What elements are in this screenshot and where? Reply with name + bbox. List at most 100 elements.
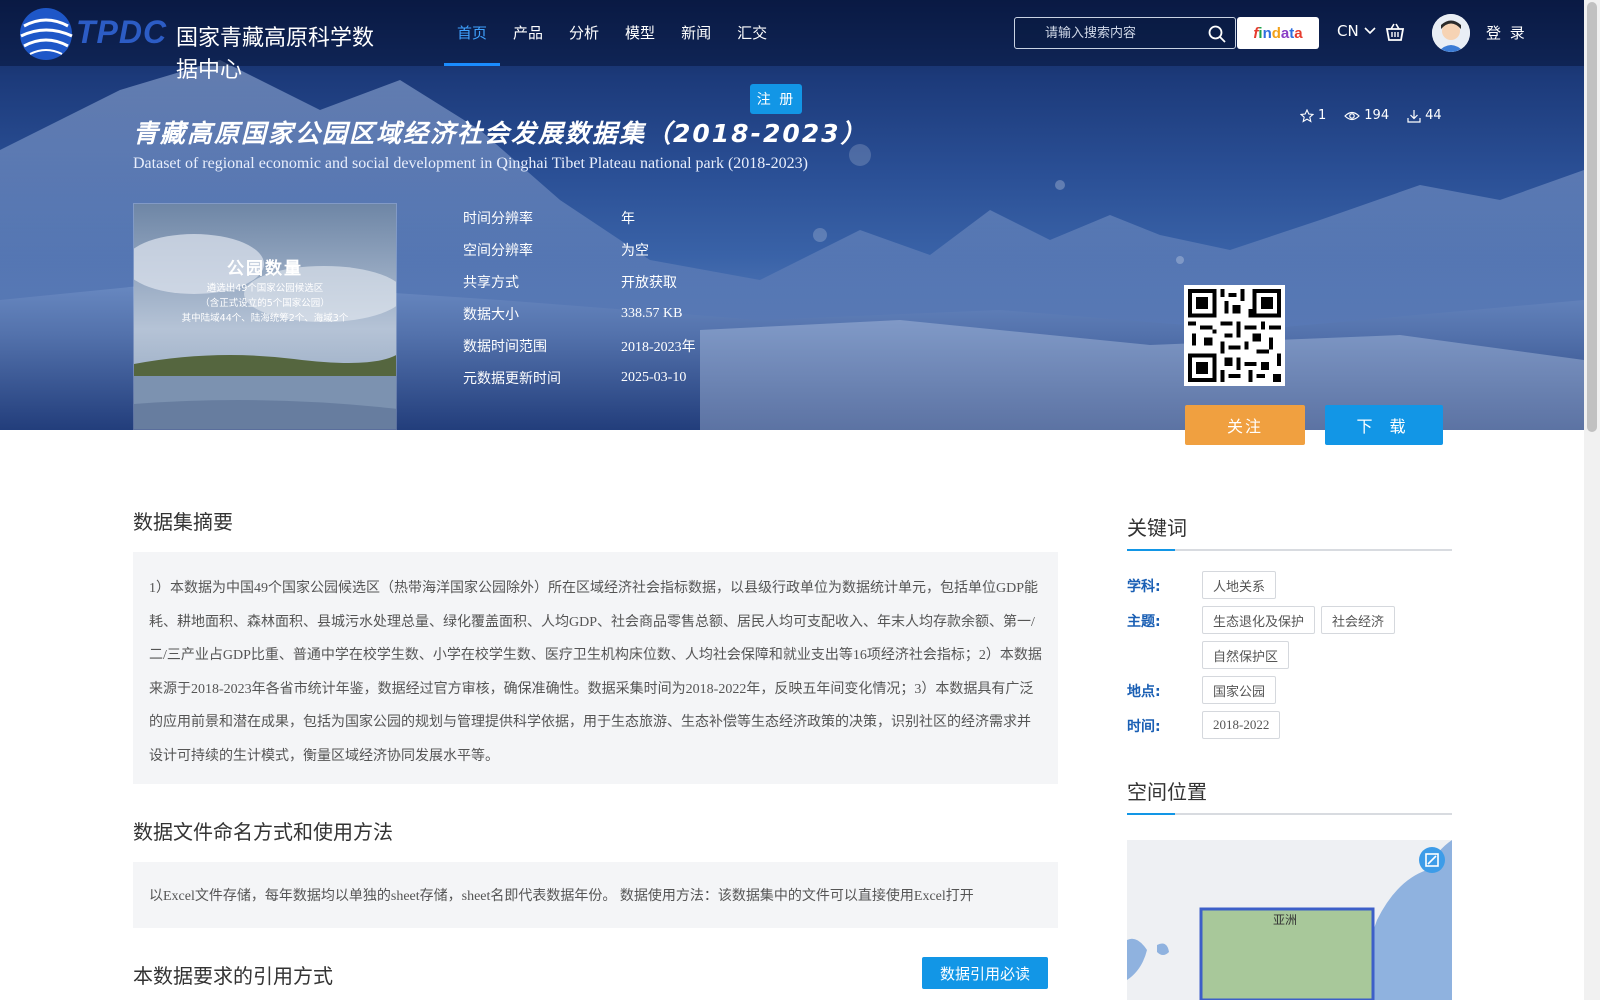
metadata-value: 年: [621, 212, 635, 227]
page-scrollbar[interactable]: [1584, 0, 1600, 1000]
keyword-row-time: 时间: 2018-2022: [1127, 711, 1452, 746]
metadata-row: 时间分辨率 年: [463, 202, 696, 234]
findata-letter: n: [1262, 24, 1272, 42]
nav-analysis[interactable]: 分析: [556, 0, 612, 66]
views-stat: 194: [1344, 108, 1389, 123]
keyword-row-theme: 主题: 生态退化及保护 社会经济 自然保护区: [1127, 606, 1452, 676]
keyword-tag[interactable]: 自然保护区: [1202, 641, 1290, 669]
keyword-tag[interactable]: 国家公园: [1202, 676, 1277, 704]
user-avatar-icon: [1432, 14, 1470, 52]
metadata-key: 空间分辨率: [463, 243, 533, 259]
findata-letter: a: [1294, 24, 1303, 42]
downloads-count: 44: [1425, 108, 1442, 123]
keyword-tag[interactable]: 2018-2022: [1202, 711, 1281, 739]
dataset-stats: 1 194 44: [1300, 108, 1460, 123]
avatar[interactable]: [1432, 14, 1470, 52]
keyword-row-subject: 学科: 人地关系: [1127, 571, 1452, 606]
keyword-label: 学科:: [1127, 579, 1161, 595]
nav-news[interactable]: 新闻: [668, 0, 724, 66]
metadata-key: 元数据更新时间: [463, 371, 561, 387]
keyword-tag[interactable]: 社会经济: [1321, 606, 1396, 634]
main-menu: 首页 产品 分析 模型 新闻 汇交: [444, 0, 780, 66]
metadata-row: 数据大小 338.57 KB: [463, 298, 696, 330]
logo-abbreviation: TPDC: [76, 14, 168, 50]
language-label: CN: [1337, 22, 1359, 40]
metadata-value: 开放获取: [621, 276, 677, 291]
keyword-tags: 国家公园: [1202, 676, 1452, 711]
metadata-key: 数据时间范围: [463, 339, 547, 355]
globe-logo-icon: [20, 8, 73, 60]
metadata-key: 共享方式: [463, 275, 519, 291]
metadata-value: 338.57 KB: [621, 306, 683, 321]
eye-icon: [1344, 111, 1361, 120]
abstract-text: 1）本数据为中国49个国家公园候选区（热带海洋国家公园除外）所在区域经济社会指标…: [149, 581, 1042, 764]
location-map[interactable]: 亚洲: [1127, 840, 1452, 1000]
download-button[interactable]: 下 载: [1325, 405, 1443, 445]
file-usage-heading: 数据文件命名方式和使用方法: [133, 820, 393, 844]
logo-name: 国家青藏高原科学数据中心: [176, 26, 375, 83]
metadata-value: 2018-2023年: [621, 340, 696, 355]
location-heading: 空间位置: [1127, 776, 1452, 815]
findata-letter: d: [1271, 24, 1281, 42]
login-link[interactable]: 登 录: [1486, 22, 1527, 43]
cover-line: 其中陆域44个、陆海统筹2个、海域3个: [181, 313, 349, 324]
citation-heading: 本数据要求的引用方式: [133, 964, 333, 988]
keyword-tags: 人地关系: [1202, 571, 1452, 606]
map-label-asia: 亚洲: [1273, 913, 1297, 927]
chevron-down-icon: [1364, 27, 1377, 35]
language-selector[interactable]: CN: [1337, 22, 1377, 40]
metadata-row: 共享方式 开放获取: [463, 266, 696, 298]
findata-letter: a: [1280, 24, 1290, 42]
findata-button[interactable]: findata: [1237, 17, 1319, 49]
fullscreen-icon[interactable]: [1418, 846, 1446, 874]
download-icon: [1407, 109, 1421, 123]
keyword-tag[interactable]: 生态退化及保护: [1202, 606, 1316, 634]
star-icon: [1300, 108, 1314, 123]
metadata-value: 2025-03-10: [621, 370, 687, 385]
keywords-heading: 关键词: [1127, 512, 1452, 551]
nav-home[interactable]: 首页: [444, 0, 501, 66]
register-button[interactable]: 注 册: [750, 84, 802, 114]
cart-icon[interactable]: [1384, 21, 1406, 43]
keyword-row-place: 地点: 国家公园: [1127, 676, 1452, 711]
nav-products[interactable]: 产品: [500, 0, 556, 66]
keyword-label: 主题:: [1127, 614, 1161, 630]
nav-submit[interactable]: 汇交: [724, 0, 780, 66]
cover-line: 遴选出49个国家公园候选区: [206, 283, 324, 294]
citation-guide-button[interactable]: 数据引用必读: [922, 957, 1048, 989]
keyword-tag[interactable]: 人地关系: [1202, 571, 1277, 599]
cover-title: 公园数量: [227, 259, 303, 279]
map-canvas: 亚洲: [1127, 840, 1452, 1000]
views-count: 194: [1364, 108, 1390, 123]
follow-button[interactable]: 关注: [1185, 405, 1305, 445]
abstract-heading: 数据集摘要: [133, 510, 233, 534]
file-usage-text: 以Excel文件存储，每年数据均以单独的sheet存储，sheet名即代表数据年…: [149, 889, 974, 904]
search-icon[interactable]: [1207, 24, 1227, 44]
search-input[interactable]: [1025, 18, 1205, 48]
keyword-label: 时间:: [1127, 719, 1161, 735]
search-box: [1014, 17, 1236, 49]
file-usage-box: 以Excel文件存储，每年数据均以单独的sheet存储，sheet名即代表数据年…: [133, 862, 1058, 928]
metadata-key: 数据大小: [463, 307, 519, 323]
metadata-row: 元数据更新时间 2025-03-10: [463, 362, 696, 394]
scrollbar-thumb[interactable]: [1587, 2, 1597, 432]
dataset-title-en: Dataset of regional economic and social …: [133, 155, 808, 172]
site-logo[interactable]: TPDC 国家青藏高原科学数据中心: [14, 4, 394, 83]
keyword-tags: 生态退化及保护 社会经济 自然保护区: [1202, 606, 1452, 676]
downloads-stat: 44: [1407, 108, 1442, 123]
nav-models[interactable]: 模型: [612, 0, 668, 66]
metadata-value: 为空: [621, 244, 649, 259]
dataset-title-cn: 青藏高原国家公园区域经济社会发展数据集（2018-2023）: [133, 119, 868, 148]
cover-line: （含正式设立的5个国家公园）: [200, 298, 330, 309]
dataset-cover-image: 公园数量 遴选出49个国家公园候选区 （含正式设立的5个国家公园） 其中陆域44…: [133, 203, 397, 430]
top-navigation-bar: TPDC 国家青藏高原科学数据中心 首页 产品 分析 模型 新闻 汇交 find…: [0, 0, 1584, 83]
keyword-label: 地点:: [1127, 684, 1161, 700]
keyword-tags: 2018-2022: [1202, 711, 1452, 746]
metadata-row: 数据时间范围 2018-2023年: [463, 330, 696, 362]
metadata-key: 时间分辨率: [463, 211, 533, 227]
favorites-count: 1: [1318, 108, 1327, 123]
metadata-table: 时间分辨率 年 空间分辨率 为空 共享方式 开放获取 数据大小 338.57 KB 数据…: [463, 202, 696, 394]
qr-code-icon: [1184, 285, 1285, 386]
favorites-stat[interactable]: 1: [1300, 108, 1326, 123]
metadata-row: 空间分辨率 为空: [463, 234, 696, 266]
